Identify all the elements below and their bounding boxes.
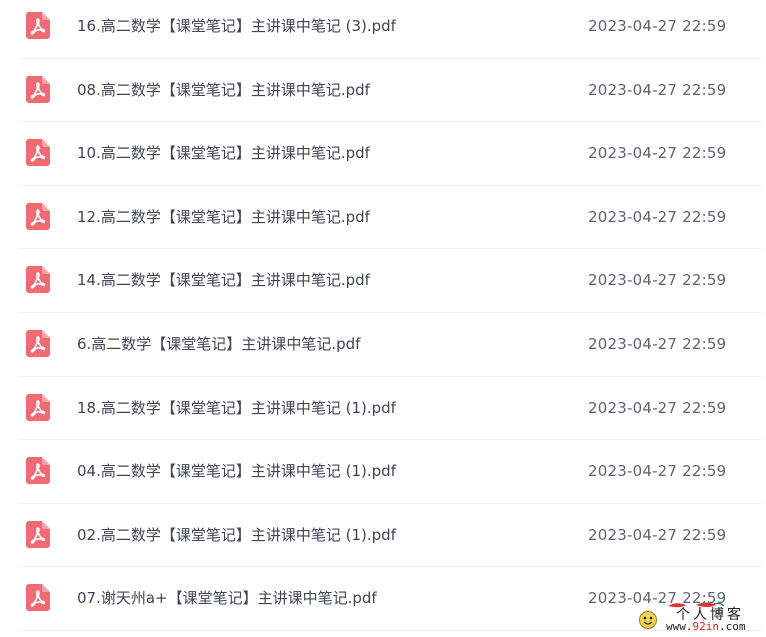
file-name[interactable]: 12.高二数学【课堂笔记】主讲课中笔记.pdf: [77, 207, 370, 227]
file-name[interactable]: 07.谢天州a+【课堂笔记】主讲课中笔记.pdf: [77, 588, 377, 608]
file-name[interactable]: 10.高二数学【课堂笔记】主讲课中笔记.pdf: [77, 143, 370, 163]
file-name[interactable]: 18.高二数学【课堂笔记】主讲课中笔记 (1).pdf: [77, 398, 396, 418]
file-row[interactable]: 14.高二数学【课堂笔记】主讲课中笔记.pdf 2023-04-27 22:59: [0, 249, 766, 313]
pdf-file-icon: [26, 393, 50, 421]
file-name[interactable]: 04.高二数学【课堂笔记】主讲课中笔记 (1).pdf: [77, 461, 396, 481]
file-date: 2023-04-27 22:59: [588, 207, 727, 226]
pdf-file-icon: [26, 75, 50, 103]
smiley-face-icon: [639, 611, 657, 629]
file-row[interactable]: 08.高二数学【课堂笔记】主讲课中笔记.pdf 2023-04-27 22:59: [0, 59, 766, 123]
pdf-file-icon: [26, 520, 50, 548]
pdf-file-icon: [26, 266, 50, 294]
file-name[interactable]: 16.高二数学【课堂笔记】主讲课中笔记 (3).pdf: [77, 16, 396, 36]
file-row[interactable]: 02.高二数学【课堂笔记】主讲课中笔记 (1).pdf 2023-04-27 2…: [0, 504, 766, 568]
file-row[interactable]: 04.高二数学【课堂笔记】主讲课中笔记 (1).pdf 2023-04-27 2…: [0, 440, 766, 504]
pdf-file-icon: [26, 139, 50, 167]
file-date: 2023-04-27 22:59: [588, 144, 727, 163]
pdf-file-icon: [26, 457, 50, 485]
file-name[interactable]: 02.高二数学【课堂笔记】主讲课中笔记 (1).pdf: [77, 525, 396, 545]
file-date: 2023-04-27 22:59: [588, 398, 727, 417]
pdf-file-icon: [26, 202, 50, 230]
watermark-url: www.92in.com: [666, 620, 746, 633]
file-date: 2023-04-27 22:59: [588, 462, 727, 481]
file-date: 2023-04-27 22:59: [588, 80, 727, 99]
pdf-file-icon: [26, 584, 50, 612]
file-row[interactable]: 6.高二数学【课堂笔记】主讲课中笔记.pdf 2023-04-27 22:59: [0, 313, 766, 377]
file-list: 16.高二数学【课堂笔记】主讲课中笔记 (3).pdf 2023-04-27 2…: [0, 0, 766, 637]
file-name[interactable]: 08.高二数学【课堂笔记】主讲课中笔记.pdf: [77, 80, 370, 100]
file-date: 2023-04-27 22:59: [588, 271, 727, 290]
file-date: 2023-04-27 22:59: [588, 335, 727, 353]
file-row[interactable]: 18.高二数学【课堂笔记】主讲课中笔记 (1).pdf 2023-04-27 2…: [0, 377, 766, 441]
pdf-file-icon: [26, 330, 50, 357]
watermark: 个人博客 www.92in.com: [636, 598, 764, 634]
file-row[interactable]: 12.高二数学【课堂笔记】主讲课中笔记.pdf 2023-04-27 22:59: [0, 186, 766, 250]
pdf-file-icon: [26, 12, 50, 39]
file-name[interactable]: 14.高二数学【课堂笔记】主讲课中笔记.pdf: [77, 270, 370, 290]
file-row[interactable]: 10.高二数学【课堂笔记】主讲课中笔记.pdf 2023-04-27 22:59: [0, 122, 766, 186]
file-row[interactable]: 16.高二数学【课堂笔记】主讲课中笔记 (3).pdf 2023-04-27 2…: [0, 0, 766, 59]
file-date: 2023-04-27 22:59: [588, 17, 727, 35]
file-date: 2023-04-27 22:59: [588, 525, 727, 544]
file-name[interactable]: 6.高二数学【课堂笔记】主讲课中笔记.pdf: [77, 334, 360, 354]
